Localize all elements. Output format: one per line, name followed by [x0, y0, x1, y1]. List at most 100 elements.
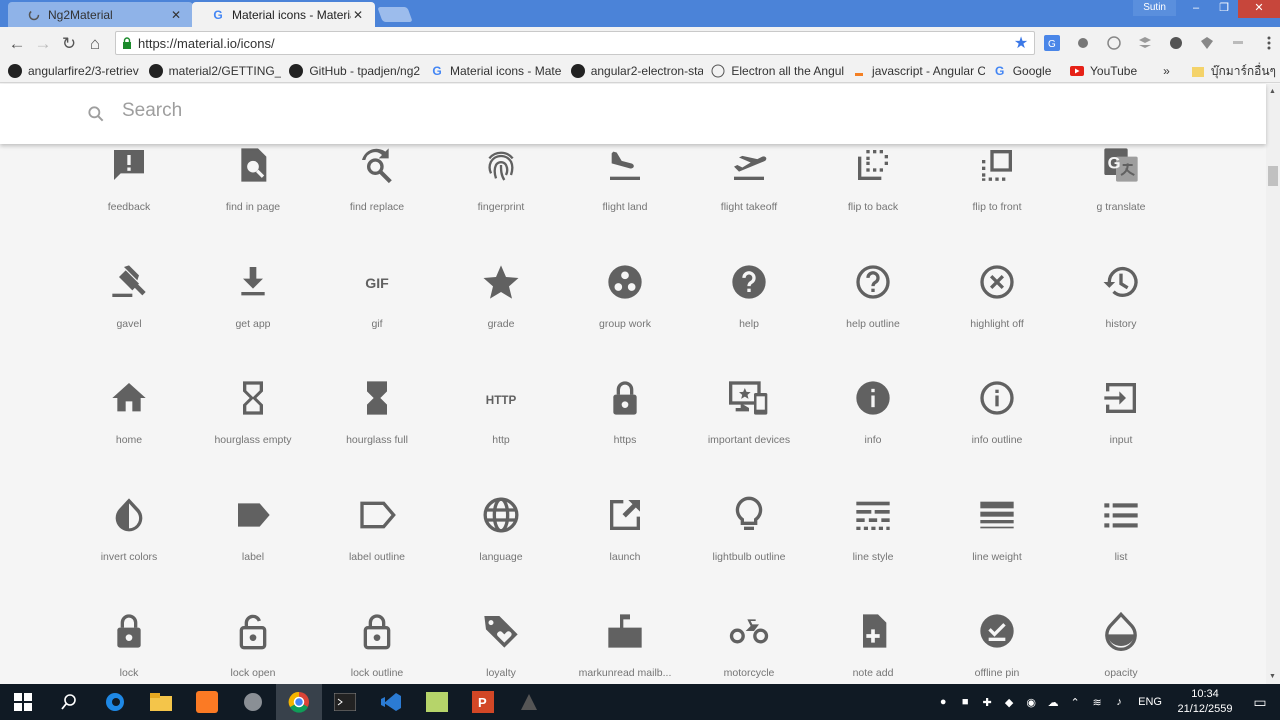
- icon-tile[interactable]: invert colors: [67, 494, 191, 610]
- icon-tile[interactable]: markunread mailb...: [563, 610, 687, 684]
- icon-tile[interactable]: lock open: [191, 610, 315, 684]
- icon-tile[interactable]: input: [1059, 377, 1183, 493]
- bookmark-item[interactable]: Electron all the Angul: [711, 64, 844, 78]
- notepad-icon[interactable]: [414, 684, 460, 720]
- icon-tile[interactable]: info outline: [935, 377, 1059, 493]
- icon-tile[interactable]: home: [67, 377, 191, 493]
- tray-app-icon[interactable]: ◆: [998, 696, 1020, 709]
- powerpoint-icon[interactable]: P: [460, 684, 506, 720]
- home-button-icon[interactable]: ⌂: [82, 31, 108, 57]
- icon-tile[interactable]: label: [191, 494, 315, 610]
- new-tab-button[interactable]: [377, 7, 413, 22]
- extension-icon[interactable]: [1133, 33, 1157, 53]
- icon-tile[interactable]: HTTP http: [439, 377, 563, 493]
- icon-tile[interactable]: GIF gif: [315, 261, 439, 377]
- icon-tile[interactable]: lock outline: [315, 610, 439, 684]
- icon-tile[interactable]: history: [1059, 261, 1183, 377]
- menu-icon[interactable]: [1257, 33, 1280, 53]
- icon-tile[interactable]: list: [1059, 494, 1183, 610]
- icon-tile[interactable]: language: [439, 494, 563, 610]
- icon-tile[interactable]: help outline: [811, 261, 935, 377]
- bookmark-item[interactable]: G Google: [993, 64, 1062, 78]
- icon-tile[interactable]: feedback: [67, 144, 191, 260]
- xampp-icon[interactable]: [184, 684, 230, 720]
- forward-icon[interactable]: →: [30, 31, 56, 57]
- icon-tile[interactable]: lock: [67, 610, 191, 684]
- more-bookmarks-icon[interactable]: »: [1163, 64, 1183, 78]
- clock[interactable]: 10:34 21/12/2559: [1170, 687, 1240, 717]
- icon-tile[interactable]: get app: [191, 261, 315, 377]
- bookmark-item[interactable]: angularfire2/3-retriev: [8, 64, 141, 78]
- extension-icon[interactable]: [1071, 33, 1095, 53]
- tray-chrome-icon[interactable]: ◉: [1020, 696, 1042, 709]
- icon-tile[interactable]: fingerprint: [439, 144, 563, 260]
- language-indicator[interactable]: ENG: [1138, 696, 1162, 708]
- icon-tile[interactable]: flip to front: [935, 144, 1059, 260]
- tab-close-icon[interactable]: ✕: [351, 8, 365, 22]
- search-icon[interactable]: [86, 104, 106, 124]
- restore-icon[interactable]: ❐: [1210, 0, 1238, 18]
- scroll-up-icon[interactable]: ▲: [1269, 88, 1276, 95]
- extension-icon[interactable]: [1102, 33, 1126, 53]
- icon-tile[interactable]: flight land: [563, 144, 687, 260]
- icon-tile[interactable]: launch: [563, 494, 687, 610]
- icon-tile[interactable]: offline pin: [935, 610, 1059, 684]
- app-icon[interactable]: [230, 684, 276, 720]
- icon-tile[interactable]: find replace: [315, 144, 439, 260]
- icon-tile[interactable]: line style: [811, 494, 935, 610]
- extension-icon[interactable]: [1195, 33, 1219, 53]
- icon-tile[interactable]: gavel: [67, 261, 191, 377]
- tray-app-icon[interactable]: ✚: [976, 696, 998, 709]
- bookmark-item[interactable]: angular2-electron-sta: [570, 64, 703, 78]
- chrome-icon[interactable]: [276, 684, 322, 720]
- icon-tile[interactable]: flight takeoff: [687, 144, 811, 260]
- bookmark-item[interactable]: javascript - Angular C: [852, 64, 985, 78]
- back-icon[interactable]: ←: [4, 31, 30, 57]
- profile-name[interactable]: Sutin: [1133, 0, 1176, 16]
- icon-tile[interactable]: label outline: [315, 494, 439, 610]
- volume-icon[interactable]: ♪: [1108, 696, 1130, 708]
- icon-tile[interactable]: line weight: [935, 494, 1059, 610]
- messenger-icon[interactable]: ●: [932, 696, 954, 708]
- scroll-down-icon[interactable]: ▼: [1269, 673, 1276, 680]
- icon-tile[interactable]: https: [563, 377, 687, 493]
- reload-icon[interactable]: ↻: [56, 31, 82, 57]
- search-input[interactable]: [122, 100, 622, 122]
- icon-tile[interactable]: hourglass empty: [191, 377, 315, 493]
- icon-tile[interactable]: highlight off: [935, 261, 1059, 377]
- bookmark-item[interactable]: YouTube: [1070, 64, 1159, 78]
- tray-app-icon[interactable]: ■: [954, 696, 976, 708]
- scrollbar[interactable]: ▲ ▼: [1266, 84, 1280, 684]
- icon-tile[interactable]: hourglass full: [315, 377, 439, 493]
- icon-tile[interactable]: motorcycle: [687, 610, 811, 684]
- bookmark-star-icon[interactable]: ★: [1008, 33, 1034, 53]
- bookmark-item[interactable]: material2/GETTING_S: [148, 64, 281, 78]
- icon-tile[interactable]: grade: [439, 261, 563, 377]
- tab-ng2material[interactable]: Ng2Material ✕: [8, 2, 193, 27]
- bookmark-item[interactable]: G Material icons - Mate: [430, 64, 563, 78]
- extension-icon[interactable]: [1164, 33, 1188, 53]
- other-bookmarks[interactable]: บุ๊กมาร์กอื่นๆ: [1191, 62, 1280, 81]
- file-explorer-icon[interactable]: [138, 684, 184, 720]
- terminal-icon[interactable]: [322, 684, 368, 720]
- bookmark-item[interactable]: GitHub - tpadjen/ng2: [289, 64, 422, 78]
- minimize-icon[interactable]: –: [1182, 0, 1210, 18]
- tab-close-icon[interactable]: ✕: [169, 8, 183, 22]
- wifi-icon[interactable]: ≋: [1086, 696, 1108, 709]
- edge-icon[interactable]: [92, 684, 138, 720]
- translate-extension-icon[interactable]: G: [1040, 33, 1064, 53]
- scrollbar-thumb[interactable]: [1268, 166, 1278, 186]
- icon-tile[interactable]: Gg translate: [1059, 144, 1183, 260]
- tab-material-icons[interactable]: G Material icons - Material ✕: [192, 2, 375, 27]
- app-icon[interactable]: [506, 684, 552, 720]
- icon-tile[interactable]: help: [687, 261, 811, 377]
- address-bar[interactable]: https://material.io/icons/ ★: [115, 31, 1035, 55]
- notifications-icon[interactable]: ▭: [1240, 694, 1280, 711]
- search-taskbar-icon[interactable]: [46, 684, 92, 720]
- icon-tile[interactable]: find in page: [191, 144, 315, 260]
- icon-tile[interactable]: loyalty: [439, 610, 563, 684]
- up-arrow-icon[interactable]: ⌃: [1064, 696, 1086, 709]
- vscode-icon[interactable]: [368, 684, 414, 720]
- icon-tile[interactable]: important devices: [687, 377, 811, 493]
- icon-tile[interactable]: opacity: [1059, 610, 1183, 684]
